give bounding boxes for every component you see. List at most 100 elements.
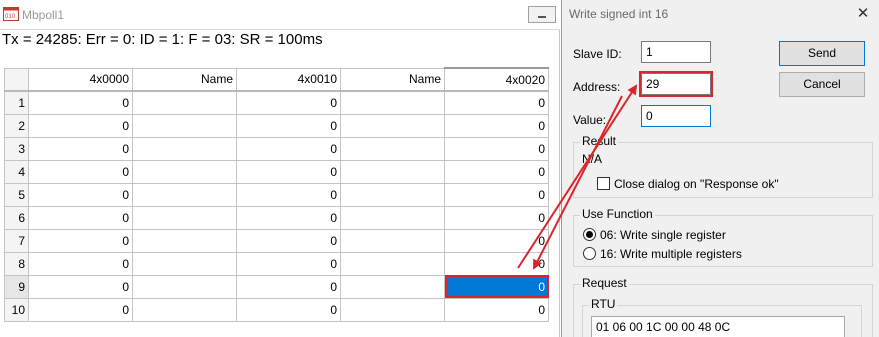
column-header-name-2[interactable]: Name xyxy=(340,67,445,92)
address-field[interactable] xyxy=(639,71,713,97)
name-cell[interactable] xyxy=(340,90,445,115)
slave-id-field[interactable] xyxy=(641,41,711,63)
rtu-group-title: RTU xyxy=(589,297,618,311)
register-cell[interactable]: 0 xyxy=(236,159,341,184)
table-row: 1 0 0 0 xyxy=(4,90,549,115)
result-group-title: Result xyxy=(580,134,619,148)
register-cell[interactable]: 0 xyxy=(28,251,133,276)
cancel-button[interactable]: Cancel xyxy=(779,72,865,97)
close-on-ok-label[interactable]: Close dialog on "Response ok" xyxy=(614,177,779,191)
name-cell[interactable] xyxy=(340,274,445,299)
row-header[interactable]: 8 xyxy=(4,251,29,276)
register-cell[interactable]: 0 xyxy=(444,228,549,253)
table-row: 6 0 0 0 xyxy=(4,205,549,230)
slave-id-label: Slave ID: xyxy=(573,47,622,61)
column-header-4x0000[interactable]: 4x0000 xyxy=(28,67,133,92)
name-cell[interactable] xyxy=(340,251,445,276)
name-cell[interactable] xyxy=(340,136,445,161)
register-cell[interactable]: 0 xyxy=(236,297,341,322)
name-cell[interactable] xyxy=(132,251,237,276)
name-cell[interactable] xyxy=(340,113,445,138)
register-cell[interactable]: 0 xyxy=(236,90,341,115)
address-label: Address: xyxy=(573,80,621,94)
row-header[interactable]: 1 xyxy=(4,90,29,115)
register-cell[interactable]: 0 xyxy=(236,251,341,276)
request-group-title: Request xyxy=(580,276,629,290)
name-cell[interactable] xyxy=(340,159,445,184)
rtu-request-field[interactable]: 01 06 00 1C 00 00 48 0C xyxy=(591,316,845,337)
register-cell[interactable]: 0 xyxy=(236,205,341,230)
result-group: Result N/A Close dialog on "Response ok" xyxy=(573,134,873,198)
function-16-radio[interactable] xyxy=(583,247,596,260)
row-header[interactable]: 4 xyxy=(4,159,29,184)
register-cell[interactable]: 0 xyxy=(28,274,133,299)
register-grid: 4x0000 Name 4x0010 Name 4x0020 1 0 0 0 2… xyxy=(4,67,549,322)
mbpoll-window: 010 Mbpoll1 Tx = 24285: Err = 0: ID = 1:… xyxy=(0,0,560,337)
register-cell[interactable]: 0 xyxy=(236,228,341,253)
row-header[interactable]: 6 xyxy=(4,205,29,230)
register-cell[interactable]: 0 xyxy=(28,113,133,138)
table-row: 7 0 0 0 xyxy=(4,228,549,253)
register-cell[interactable]: 0 xyxy=(28,297,133,322)
function-16-label[interactable]: 16: Write multiple registers xyxy=(600,247,742,261)
value-field[interactable] xyxy=(641,105,711,127)
minimize-button[interactable] xyxy=(528,6,556,23)
register-cell[interactable]: 0 xyxy=(28,136,133,161)
function-06-label[interactable]: 06: Write single register xyxy=(600,228,726,242)
name-cell[interactable] xyxy=(132,228,237,253)
name-cell[interactable] xyxy=(340,205,445,230)
close-on-ok-checkbox[interactable] xyxy=(597,177,610,190)
row-header[interactable]: 2 xyxy=(4,113,29,138)
name-cell[interactable] xyxy=(340,182,445,207)
register-cell[interactable]: 0 xyxy=(28,90,133,115)
name-cell[interactable] xyxy=(132,182,237,207)
table-row: 3 0 0 0 xyxy=(4,136,549,161)
register-cell[interactable]: 0 xyxy=(444,113,549,138)
request-group: Request RTU 01 06 00 1C 00 00 48 0C xyxy=(573,276,873,337)
value-label: Value: xyxy=(573,113,607,127)
register-cell[interactable]: 0 xyxy=(236,136,341,161)
rtu-group: RTU 01 06 00 1C 00 00 48 0C xyxy=(582,297,862,337)
column-header-4x0020[interactable]: 4x0020 xyxy=(444,67,549,92)
register-cell[interactable]: 0 xyxy=(236,182,341,207)
row-header[interactable]: 5 xyxy=(4,182,29,207)
name-cell[interactable] xyxy=(132,159,237,184)
send-button[interactable]: Send xyxy=(779,41,865,66)
dialog-title-bar[interactable]: Write signed int 16 ✕ xyxy=(562,0,879,28)
table-row: 10 0 0 0 xyxy=(4,297,549,322)
row-header[interactable]: 10 xyxy=(4,297,29,322)
column-header-name-1[interactable]: Name xyxy=(132,67,237,92)
name-cell[interactable] xyxy=(132,136,237,161)
table-row: 8 0 0 0 xyxy=(4,251,549,276)
register-cell[interactable]: 0 xyxy=(444,251,549,276)
write-register-dialog: Write signed int 16 ✕ Slave ID: Address:… xyxy=(561,0,879,337)
register-cell[interactable]: 0 xyxy=(444,136,549,161)
name-cell[interactable] xyxy=(132,274,237,299)
register-cell[interactable]: 0 xyxy=(28,205,133,230)
register-cell[interactable]: 0 xyxy=(444,182,549,207)
register-cell[interactable]: 0 xyxy=(28,182,133,207)
name-cell[interactable] xyxy=(132,90,237,115)
name-cell[interactable] xyxy=(340,228,445,253)
register-cell[interactable]: 0 xyxy=(236,113,341,138)
close-icon[interactable]: ✕ xyxy=(849,2,877,26)
name-cell[interactable] xyxy=(132,113,237,138)
name-cell[interactable] xyxy=(132,297,237,322)
register-cell[interactable]: 0 xyxy=(444,205,549,230)
row-header[interactable]: 3 xyxy=(4,136,29,161)
row-header[interactable]: 9 xyxy=(4,274,29,299)
register-cell[interactable]: 0 xyxy=(28,228,133,253)
selected-register-cell[interactable]: 0 xyxy=(444,274,549,299)
name-cell[interactable] xyxy=(132,205,237,230)
mbpoll-title-bar[interactable]: 010 Mbpoll1 xyxy=(0,0,560,30)
register-cell[interactable]: 0 xyxy=(444,297,549,322)
register-cell[interactable]: 0 xyxy=(236,274,341,299)
name-cell[interactable] xyxy=(340,297,445,322)
register-cell[interactable]: 0 xyxy=(28,159,133,184)
function-06-radio[interactable] xyxy=(583,228,596,241)
column-header-4x0010[interactable]: 4x0010 xyxy=(236,67,341,92)
register-cell[interactable]: 0 xyxy=(444,90,549,115)
grid-corner-cell[interactable] xyxy=(4,67,29,92)
register-cell[interactable]: 0 xyxy=(444,159,549,184)
row-header[interactable]: 7 xyxy=(4,228,29,253)
